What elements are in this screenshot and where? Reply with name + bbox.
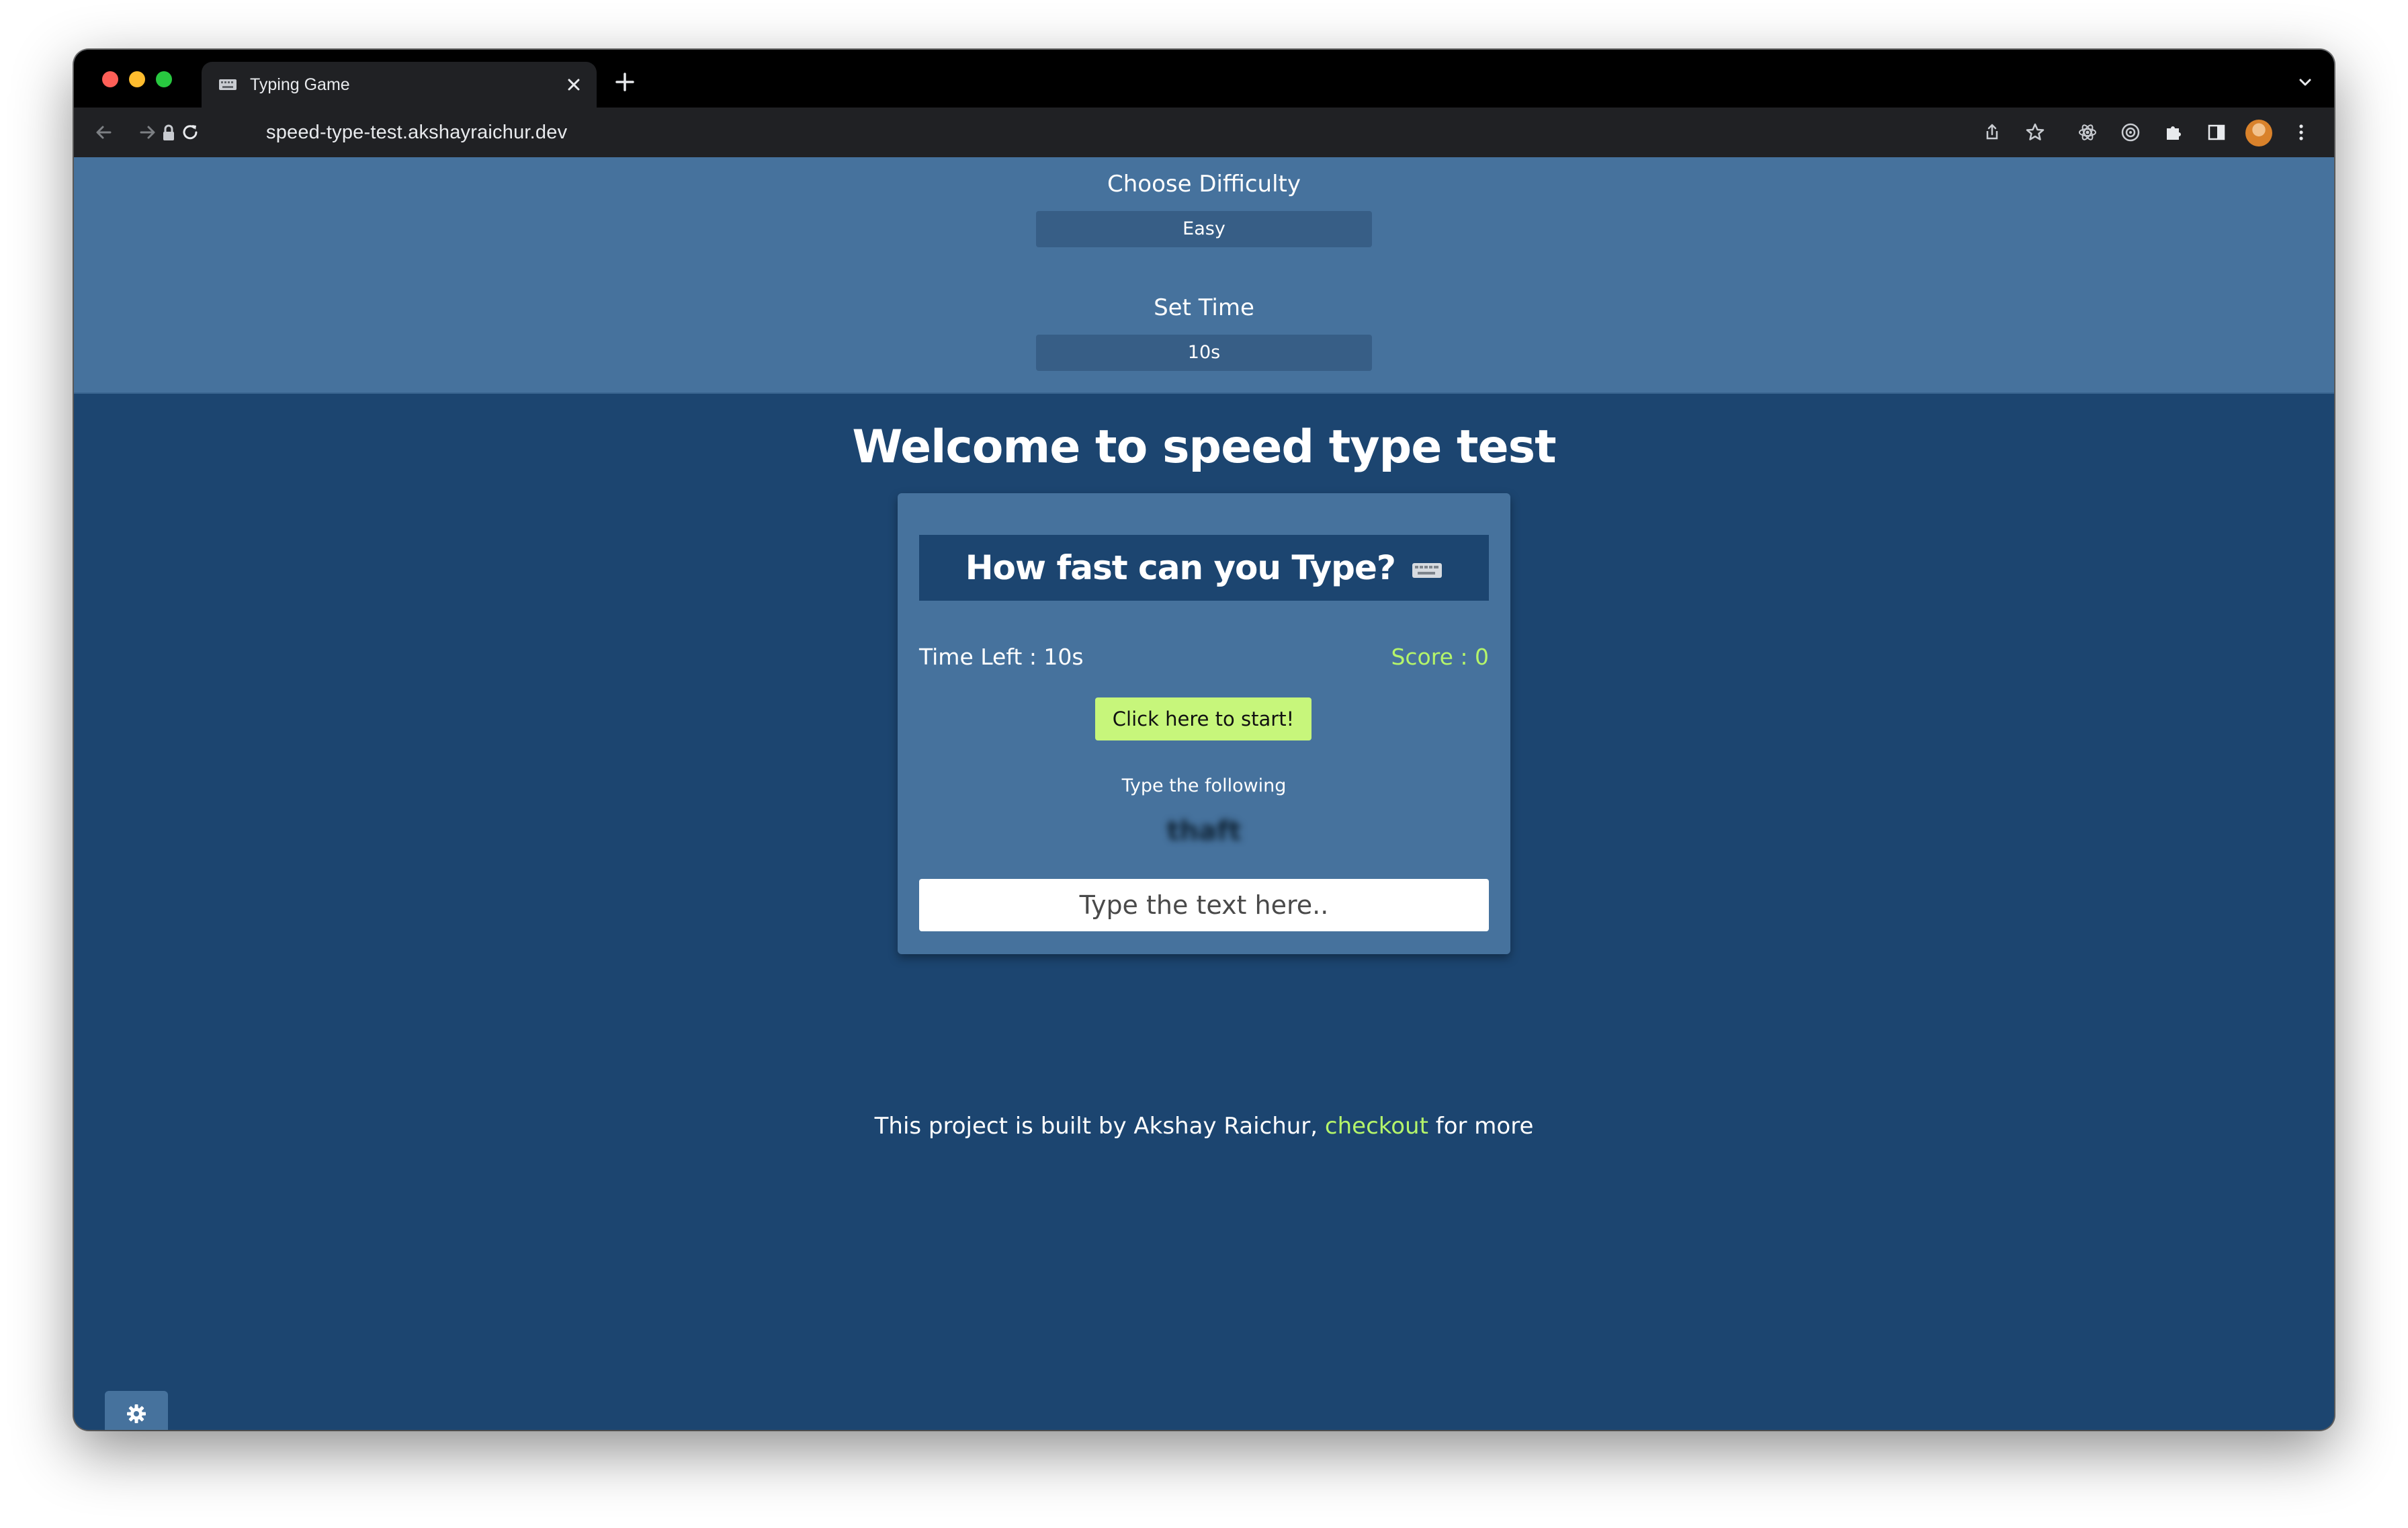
target-word: thaft [1166, 816, 1242, 847]
profile-avatar[interactable] [2245, 120, 2272, 146]
page-content: Choose Difficulty Easy Set Time 10s Welc… [74, 157, 2334, 1430]
instruction-text: Type the following [1121, 775, 1287, 796]
difficulty-label: Choose Difficulty [1107, 171, 1301, 198]
settings-button[interactable] [105, 1391, 168, 1430]
tab-title: Typing Game [250, 75, 350, 94]
time-label: Set Time [1154, 294, 1254, 321]
card-title: How fast can you Type? [965, 548, 1396, 587]
keyboard-icon [1412, 562, 1443, 578]
footer-credit: This project is built by Akshay Raichur,… [74, 1113, 2334, 1140]
gear-icon [127, 1404, 146, 1423]
page-title: Welcome to speed type test [852, 421, 1556, 474]
lock-icon[interactable] [161, 124, 176, 142]
typing-input[interactable] [919, 879, 1489, 931]
address-bar-url[interactable]: speed-type-test.akshayraichur.dev [266, 122, 567, 144]
forward-arrow-icon[interactable] [134, 120, 160, 145]
browser-tab[interactable]: Typing Game [202, 62, 597, 108]
reload-icon[interactable] [177, 120, 203, 145]
time-left-display: Time Left : 10s [919, 644, 1084, 670]
browser-window: Typing Game speed-type-test.akshayraichu… [74, 50, 2334, 1430]
game-card: How fast can you Type? Time Left : 10s S… [898, 493, 1510, 954]
target-extension-icon[interactable] [2118, 120, 2143, 145]
settings-panel: Choose Difficulty Easy Set Time 10s [74, 157, 2334, 394]
start-button[interactable]: Click here to start! [1095, 697, 1312, 740]
keyboard-icon [219, 79, 236, 90]
time-select[interactable]: 10s [1036, 335, 1372, 371]
side-panel-icon[interactable] [2204, 120, 2229, 145]
checkout-link[interactable]: checkout [1325, 1113, 1428, 1140]
tab-bar: Typing Game [74, 50, 2334, 108]
new-tab-icon[interactable] [611, 69, 638, 95]
close-tab-icon[interactable] [563, 74, 585, 95]
window-maximize-button[interactable] [156, 71, 172, 87]
window-minimize-button[interactable] [129, 71, 145, 87]
extensions-puzzle-icon[interactable] [2161, 120, 2186, 145]
window-close-button[interactable] [102, 71, 118, 87]
chevron-down-icon[interactable] [2295, 73, 2315, 93]
score-display: Score : 0 [1391, 644, 1489, 670]
back-arrow-icon[interactable] [91, 120, 117, 145]
react-devtools-icon[interactable] [2075, 120, 2100, 145]
footer-prefix: This project is built by Akshay Raichur, [874, 1113, 1325, 1140]
footer-suffix: for more [1428, 1113, 1534, 1140]
more-menu-icon[interactable] [2288, 120, 2314, 145]
difficulty-select[interactable]: Easy [1036, 211, 1372, 247]
card-title-banner: How fast can you Type? [919, 535, 1489, 601]
share-icon[interactable] [1979, 120, 2005, 145]
browser-toolbar: speed-type-test.akshayraichur.dev [74, 108, 2334, 157]
bookmark-star-icon[interactable] [2022, 120, 2048, 145]
